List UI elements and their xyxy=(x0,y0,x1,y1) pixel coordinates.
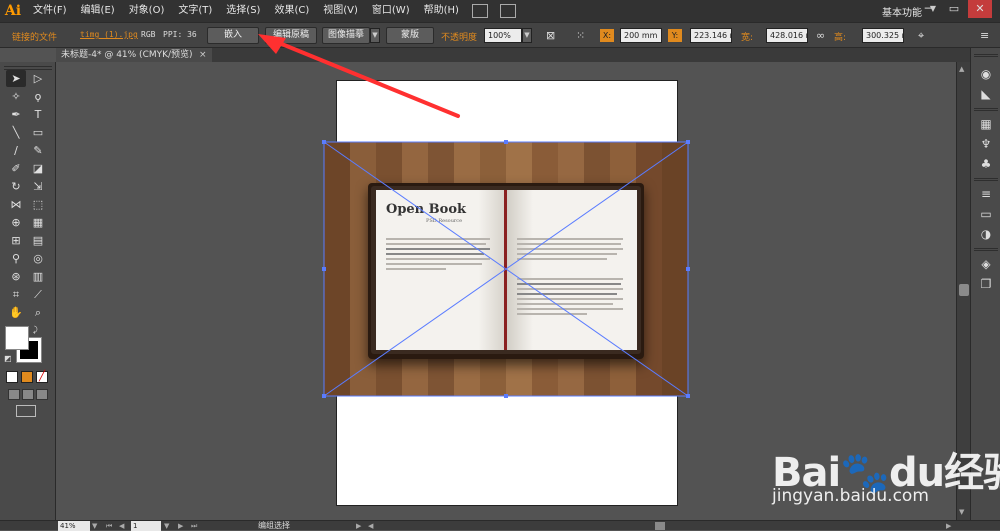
artboards-panel-icon[interactable]: ❐ xyxy=(978,276,994,292)
status-bar: 41% ▼ ⏮ ◀ 1 ▼ ▶ ⏭ 编组选择 ▶ ◀ ▶ xyxy=(0,520,1000,531)
transparency-panel-icon[interactable]: ◑ xyxy=(978,226,994,242)
color-guide-panel-icon[interactable]: ◣ xyxy=(978,86,994,102)
brushes-panel-icon[interactable]: ♆ xyxy=(978,136,994,152)
scroll-down-icon[interactable]: ▼ xyxy=(959,508,964,516)
scroll-up-icon[interactable]: ▲ xyxy=(959,65,964,73)
vertical-scroll-thumb[interactable] xyxy=(959,284,969,296)
layers-panel-icon[interactable]: ◈ xyxy=(978,256,994,272)
gradient-panel-icon[interactable]: ▭ xyxy=(978,206,994,222)
color-panel-icon[interactable]: ◉ xyxy=(978,66,994,82)
swatches-panel-icon[interactable]: ▦ xyxy=(978,116,994,132)
watermark-url: jingyan.baidu.com xyxy=(772,486,929,506)
symbols-panel-icon[interactable]: ♣ xyxy=(978,156,994,172)
stroke-panel-icon[interactable]: ≡ xyxy=(978,186,994,202)
horizontal-scroll-thumb[interactable] xyxy=(655,522,665,530)
fill-color-swatch[interactable] xyxy=(5,326,29,350)
